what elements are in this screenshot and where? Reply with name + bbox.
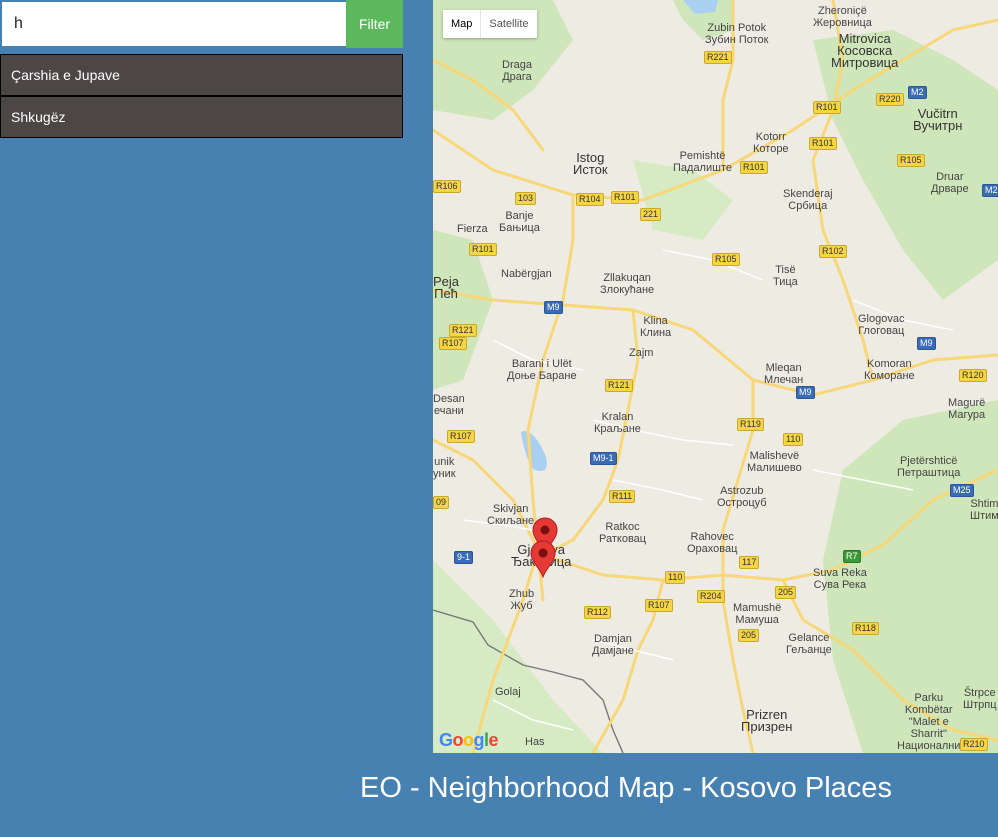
map-place-label: Skenderaj Србица [783, 188, 833, 212]
road-shield: 221 [640, 208, 662, 221]
map-place-label: Mamushë Мамуша [733, 602, 782, 626]
road-shield: R118 [852, 622, 879, 635]
road-shield: R101 [813, 101, 841, 114]
map-place-label: Magurë Магура [948, 397, 986, 421]
map-place-label: Komoran Коморане [864, 358, 915, 382]
road-shield: R106 [433, 180, 461, 193]
road-shield: R105 [897, 154, 925, 167]
road-shield: R210 [960, 738, 988, 751]
road-shield: 205 [775, 586, 797, 599]
places-list: Çarshia e Jupave Shkugëz [0, 54, 403, 138]
road-shield: R204 [697, 590, 725, 603]
road-shield: R221 [704, 51, 732, 64]
map-place-label: Ratkoc Ратковац [599, 521, 647, 545]
map-place-label: Klina Клина [640, 315, 672, 339]
road-shield: R121 [449, 324, 477, 337]
road-shield: M2 [982, 184, 998, 197]
road-shield: M9 [917, 337, 936, 350]
map-place-label: Nabërgjan [501, 268, 552, 280]
map-place-label: Banje Бањица [499, 210, 540, 234]
map-place-label: Damjan Дамјане [592, 633, 634, 657]
road-shield: R105 [712, 253, 740, 266]
road-shield: R121 [605, 379, 633, 392]
map-place-label: Štrpce Штрпц [963, 687, 997, 711]
road-shield: R101 [809, 137, 837, 150]
road-shield: R101 [469, 243, 497, 256]
road-shield: R101 [740, 161, 768, 174]
map-place-label: Has [525, 736, 545, 748]
map-place-label: Druar Дрваре [931, 171, 969, 195]
map-place-label: Golaj [495, 686, 521, 698]
road-shield: M9-1 [590, 452, 617, 465]
road-shield: 9-1 [454, 551, 474, 564]
map-place-label: Prizren Призрен [741, 707, 793, 734]
map-place-label: Zheroniçë Жеровница [813, 5, 872, 29]
map-type-satellite-button[interactable]: Satellite [481, 10, 536, 38]
map-place-label: unik уник [433, 456, 456, 480]
map-place-label: Fierza [457, 223, 488, 235]
road-shield: R107 [439, 337, 467, 350]
map-place-label: Gelance Гељанце [786, 632, 832, 656]
map-place-label: Astrozub Остроцуб [717, 485, 767, 509]
map-place-label: Malishevë Малишево [747, 450, 802, 474]
map-place-label: Vučitrn Вучитрн [913, 106, 963, 133]
road-shield: 110 [783, 433, 804, 446]
road-shield: R107 [447, 430, 475, 443]
google-logo: Google [439, 730, 499, 750]
map-type-map-button[interactable]: Map [443, 10, 482, 38]
road-shield: 117 [739, 556, 760, 569]
map-place-label: Zubin Potok Зубин Поток [705, 22, 769, 46]
road-shield: M25 [950, 484, 974, 497]
map-place-label: Draga Драга [502, 59, 532, 83]
map-place-label: Zajm [629, 347, 654, 359]
filter-button[interactable]: Filter [346, 0, 403, 48]
map-place-label: Suva Reka Сува Река [813, 567, 867, 591]
road-shield: R112 [584, 606, 611, 619]
list-item[interactable]: Shkugëz [0, 96, 403, 138]
map-place-label: Mitrovica Косовска Митровица [831, 31, 899, 70]
map-place-label: Kralan Краљане [594, 411, 641, 435]
map-place-label: Zhub Жуб [509, 588, 535, 612]
map[interactable]: Zheroniçë Жеровница Zubin Potok Зубин Поток… [433, 0, 998, 753]
road-shield: R220 [876, 93, 904, 106]
road-shield: M9 [796, 386, 815, 399]
map-place-label: Istog Исток [573, 150, 608, 177]
map-place-label: Pjetërshticë Петраштица [897, 455, 961, 479]
list-item[interactable]: Çarshia e Jupave [0, 54, 403, 96]
search-row: Filter [0, 0, 403, 48]
road-shield: 09 [433, 496, 450, 509]
road-shield: R104 [576, 193, 604, 206]
map-place-label: Tisë Тица [773, 264, 798, 288]
road-shield: 103 [515, 192, 537, 205]
road-shield: 110 [665, 571, 686, 584]
map-place-label: Skivjan Скиљане [487, 503, 535, 527]
road-shield: M2 [908, 86, 927, 99]
road-shield: R102 [819, 245, 847, 258]
map-place-label: Shtim Штим [970, 498, 998, 522]
road-shield: R101 [611, 191, 639, 204]
map-place-label: Rahovec Ораховац [687, 531, 738, 555]
map-type-control: Map Satellite [443, 10, 537, 38]
map-place-label: Pemishtë Падалиште [673, 150, 732, 174]
road-shield: M9 [544, 301, 563, 314]
road-shield: R120 [959, 369, 987, 382]
road-shield: R107 [645, 599, 673, 612]
map-marker-icon[interactable] [530, 540, 556, 578]
map-place-label: Peja Пећ [433, 274, 460, 301]
map-place-label: Glogovac Глоговац [858, 313, 905, 337]
page-title: EO - Neighborhood Map - Kosovo Places [360, 772, 892, 804]
map-place-label: Desan ечани [433, 393, 465, 417]
road-shield: 205 [738, 629, 760, 642]
road-shield: R7 [843, 550, 861, 563]
map-place-label: Zllakuqan Злокућане [600, 272, 655, 296]
road-shield: R111 [609, 490, 636, 503]
map-place-label: Barani i Ulët Доње Баране [507, 358, 577, 382]
map-place-label: Parku Kombëtar "Malet e Sharrit" Национални [897, 692, 961, 752]
search-input[interactable] [0, 0, 346, 48]
map-place-label: Kotorr Которе [753, 131, 789, 155]
road-shield: R119 [737, 418, 764, 431]
map-place-label: Mleqan Млечан [764, 362, 804, 386]
